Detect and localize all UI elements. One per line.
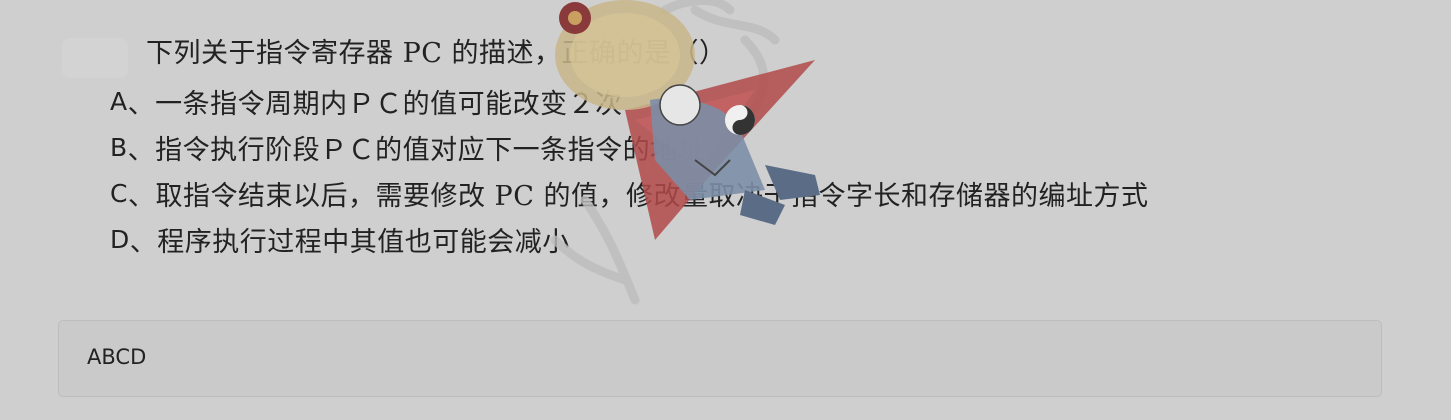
option-text: 、一条指令周期内ＰＣ的值可能改变２次	[127, 88, 623, 120]
answer-text: ABCD	[87, 345, 147, 369]
option-text: 、指令执行阶段ＰＣ的值对应下一条指令的地址	[127, 134, 706, 166]
option-text: 、取指令结束以后，需要修改 PC 的值，修改量取决于指令字长和存储器的编址方式	[127, 180, 1149, 212]
option-a[interactable]: A 、一条指令周期内ＰＣ的值可能改变２次	[110, 78, 1148, 124]
option-d[interactable]: D 、程序执行过程中其值也可能会减小	[110, 216, 1148, 262]
option-letter: A	[110, 86, 128, 116]
option-letter: D	[110, 224, 130, 254]
option-c[interactable]: C 、取指令结束以后，需要修改 PC 的值，修改量取决于指令字长和存储器的编址方…	[110, 170, 1148, 216]
question-card: 下列关于指令寄存器 PC 的描述，正确的是（） A 、一条指令周期内ＰＣ的值可能…	[0, 0, 1451, 420]
question-text: 下列关于指令寄存器 PC 的描述，正确的是（）	[146, 38, 727, 69]
option-letter: C	[110, 178, 128, 208]
answer-box: ABCD	[58, 320, 1382, 397]
question-type-tag	[62, 38, 128, 78]
option-b[interactable]: B 、指令执行阶段ＰＣ的值对应下一条指令的地址	[110, 124, 1148, 170]
option-letter: B	[110, 132, 128, 162]
options-list: A 、一条指令周期内ＰＣ的值可能改变２次 B 、指令执行阶段ＰＣ的值对应下一条指…	[110, 78, 1148, 262]
option-text: 、程序执行过程中其值也可能会减小	[129, 226, 570, 258]
